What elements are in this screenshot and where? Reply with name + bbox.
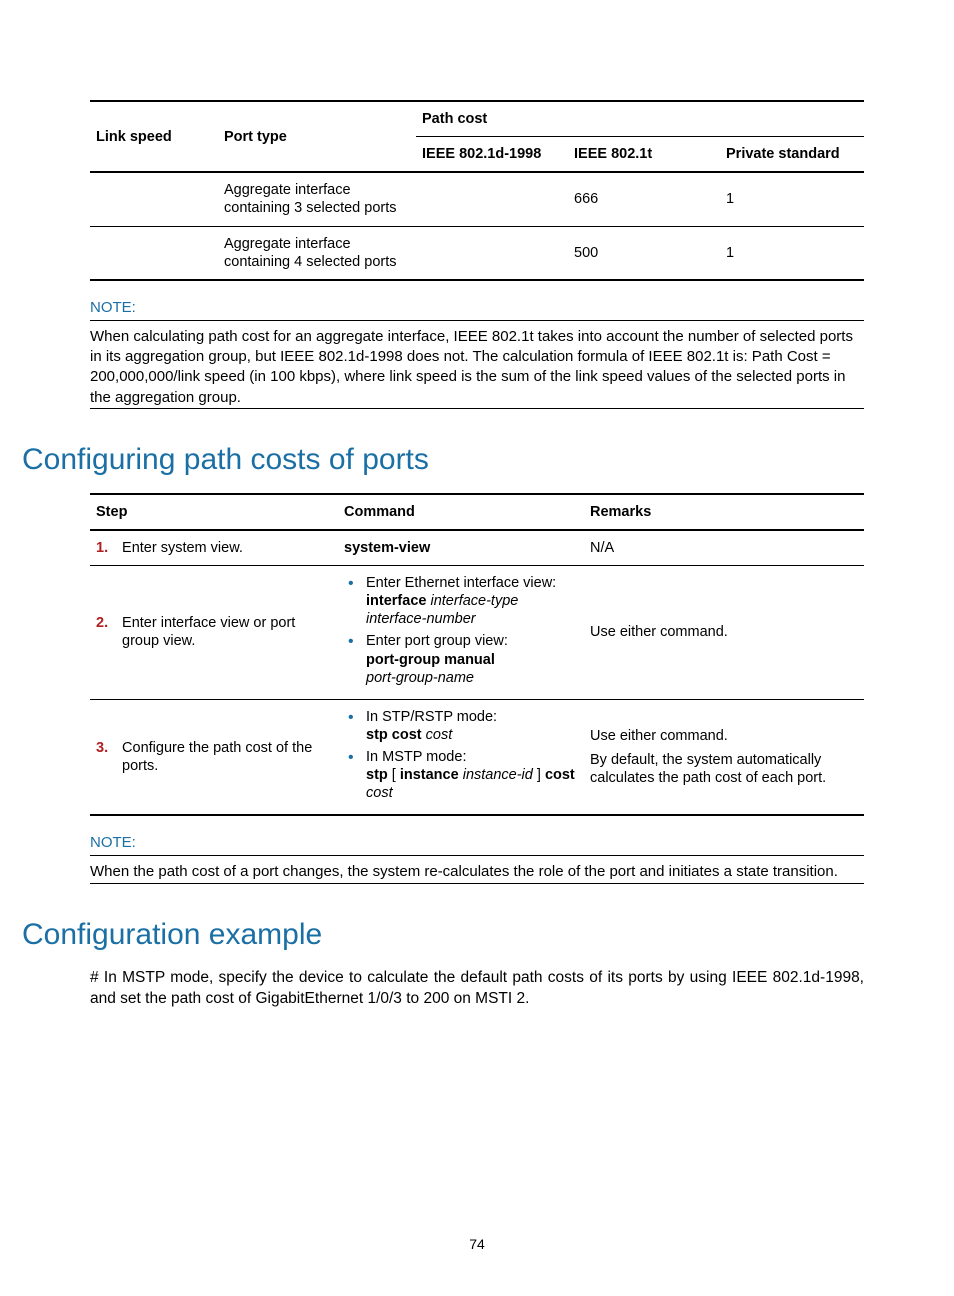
col-linkspeed: Link speed [96,129,172,145]
section-heading: Configuring path costs of ports [22,443,864,477]
note-block: NOTE: When calculating path cost for an … [90,299,864,409]
step-text: Enter system view. [122,539,322,557]
note-body: When the path cost of a port changes, th… [90,856,864,883]
steps-table: Step Command Remarks 1. Enter system vie… [90,493,864,817]
table-row: Aggregate interface containing 4 selecte… [90,226,864,280]
table-row: Aggregate interface containing 3 selecte… [90,172,864,226]
cell: 500 [568,226,720,280]
cell: 1 [720,172,864,226]
cell: Aggregate interface containing 3 selecte… [218,172,416,226]
table-row: 3. Configure the path cost of the ports.… [90,699,864,815]
list-item: Enter Ethernet interface view: interface… [344,574,578,628]
table-row: 1. Enter system view. system-view N/A [90,530,864,566]
note-body: When calculating path cost for an aggreg… [90,321,864,409]
table-row: Step Command Remarks [90,494,864,530]
command-text: system-view [344,540,430,556]
table-row: Link speed Port type Path cost [90,101,864,137]
cell: Aggregate interface containing 4 selecte… [218,226,416,280]
table-row: 2. Enter interface view or port group vi… [90,566,864,700]
step-number: 1. [96,539,118,557]
remarks-text: Use either command. [590,727,858,745]
command-list: Enter Ethernet interface view: interface… [344,574,578,687]
cell [416,172,568,226]
col-pathcost: Path cost [422,111,487,127]
page-number: 74 [0,1236,954,1252]
step-number: 3. [96,739,118,757]
note-label: NOTE: [90,299,864,321]
note-label: NOTE: [90,834,864,856]
section-heading: Configuration example [22,918,864,952]
col-remarks: Remarks [590,504,651,520]
body-paragraph: # In MSTP mode, specify the device to ca… [90,968,864,1010]
list-item: In MSTP mode: stp [ instance instance-id… [344,748,578,802]
col-ieee1t: IEEE 802.1t [574,146,652,162]
step-number: 2. [96,614,118,632]
cell: 1 [720,226,864,280]
remarks-text: N/A [590,540,614,556]
col-step: Step [96,504,127,520]
cell [416,226,568,280]
col-porttype: Port type [224,129,287,145]
step-text: Configure the path cost of the ports. [122,739,322,775]
cell: 666 [568,172,720,226]
step-text: Enter interface view or port group view. [122,614,322,650]
list-item: In STP/RSTP mode: stp cost cost [344,708,578,744]
path-cost-table: Link speed Port type Path cost IEEE 802.… [90,100,864,281]
remarks-text: By default, the system automatically cal… [590,751,858,787]
col-private: Private standard [726,146,840,162]
note-block: NOTE: When the path cost of a port chang… [90,834,864,883]
col-ieee1998: IEEE 802.1d-1998 [422,146,541,162]
col-command: Command [344,504,415,520]
remarks-text: Use either command. [590,624,728,640]
list-item: Enter port group view: port-group manual… [344,632,578,686]
command-list: In STP/RSTP mode: stp cost cost In MSTP … [344,708,578,803]
